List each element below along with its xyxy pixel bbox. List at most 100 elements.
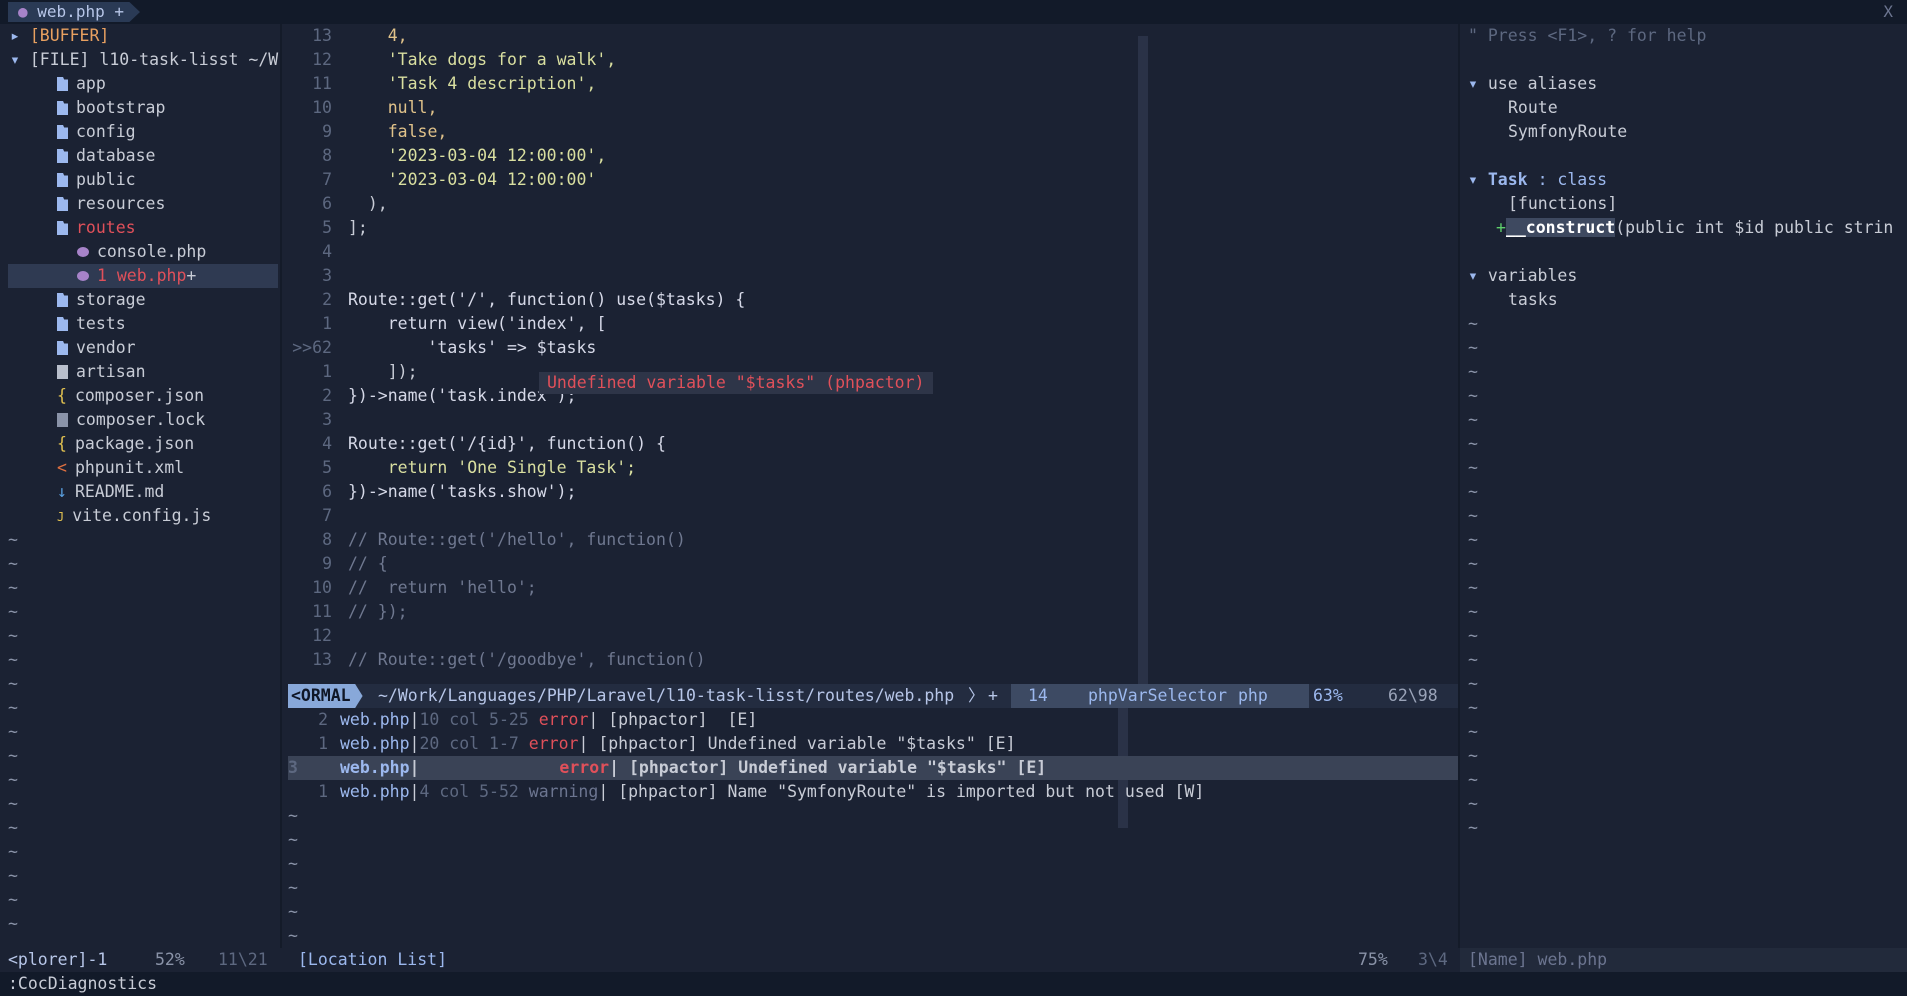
code-line: 13// Route::get('/goodbye', function() [312, 650, 706, 669]
tree-item-readme-md[interactable]: ↓ README.md [57, 480, 164, 504]
code-line: 13 4, [312, 26, 408, 45]
php-icon [77, 247, 89, 257]
chevron-down-icon: ▾ [10, 50, 20, 69]
tree-item-phpunit-xml[interactable]: < phpunit.xml [57, 456, 184, 480]
folder-icon [57, 341, 68, 355]
location-item[interactable]: 1 web.php|4 col 5-52 warning| [phpactor] … [288, 780, 1458, 804]
code-line: 9// { [322, 554, 388, 573]
outline-status-name: [Name] web.php [1460, 948, 1907, 972]
folder-icon [57, 77, 68, 91]
lock-icon [57, 413, 68, 427]
file-explorer: ▸ [BUFFER] ▾ [FILE] l10-task-lisst ~/W a… [0, 24, 280, 958]
tree-item-routes[interactable]: routes [57, 216, 136, 240]
json-icon: { [57, 386, 67, 405]
tree-item-tests[interactable]: tests [57, 312, 126, 336]
code-line: 6})->name('tasks.show'); [322, 482, 577, 501]
scroll-percent: 63% [1313, 686, 1343, 705]
loclist-status-position: 3\4 [1418, 950, 1448, 969]
tree-item-resources[interactable]: resources [57, 192, 165, 216]
empty-lines: ~ ~ ~ ~ ~ ~ ~ ~ ~ ~ ~ ~ ~ ~ ~ ~ ~ [8, 530, 18, 933]
outline-item[interactable]: Route [1508, 96, 1558, 120]
code-line: 9 false, [322, 122, 448, 141]
tree-item-composer-lock[interactable]: composer.lock [57, 408, 205, 432]
location-item[interactable]: 1 web.php|20 col 1-7 error| [phpactor] Un… [288, 732, 1458, 756]
xml-icon: < [57, 458, 67, 477]
code-line: 4 [322, 242, 332, 261]
code-line: 1 return view('index', [ [322, 314, 607, 333]
file-root[interactable]: ▾ [FILE] l10-task-lisst ~/W [10, 48, 278, 72]
scrollbar[interactable] [1138, 36, 1148, 684]
folder-icon [57, 317, 68, 331]
code-line: 5]; [322, 218, 368, 237]
tree-item-composer-json[interactable]: {composer.json [57, 384, 204, 408]
chevron-right-icon: ▸ [10, 26, 20, 45]
chevron-down-icon: ▾ [1468, 170, 1478, 189]
tree-item-vendor[interactable]: vendor [57, 336, 136, 360]
folder-icon [57, 101, 68, 115]
outline-item[interactable]: [functions] [1508, 192, 1617, 216]
php-icon: ● [18, 2, 28, 21]
tree-item-package-json[interactable]: {package.json [57, 432, 194, 456]
code-line: 4 Route::get('/{id}', function() { [322, 434, 666, 453]
tree-item-bootstrap[interactable]: bootstrap [57, 96, 165, 120]
explorer-status-name: <plorer]-1 [8, 950, 108, 969]
tree-item-app[interactable]: app [57, 72, 106, 96]
code-line: 11// }); [312, 602, 408, 621]
location-item-selected[interactable]: 3 web.php| error| [phpactor] Undefined va… [288, 756, 1458, 780]
symbol-name: phpVarSelector [1088, 686, 1228, 705]
tree-item-public[interactable]: public [57, 168, 136, 192]
tree-item-console-php[interactable]: console.php [77, 240, 206, 264]
location-item[interactable]: 2 web.php|10 col 5-25 error| [phpactor] [… [288, 708, 1458, 732]
mode-indicator: <ORMAL [288, 684, 363, 708]
error-popup: Undefined variable "$tasks" (phpactor) [539, 372, 933, 394]
code-editor[interactable]: 13 4, 12 'Take dogs for a walk', 11 'Tas… [282, 24, 1458, 958]
cursor-position: 62\98 [1388, 686, 1438, 705]
empty-lines: ~ ~ ~ ~ ~ ~ [288, 806, 298, 945]
outline-group-variables[interactable]: ▾ variables [1468, 264, 1577, 288]
tree-item-storage[interactable]: storage [57, 288, 146, 312]
close-tab-button[interactable]: X [1883, 2, 1893, 22]
outline-member[interactable]: +__construct(public int $id public strin [1496, 216, 1893, 240]
tree-item-vite-config-js[interactable]: Jvite.config.js [57, 504, 211, 528]
code-line: 12 [312, 626, 332, 645]
php-icon [77, 271, 89, 281]
window-status-row: <plorer]-1 52% 11\21 [Location List] 75%… [0, 948, 1907, 972]
code-line: 3 [322, 410, 332, 429]
outline-group-use-aliases[interactable]: ▾ use aliases [1468, 72, 1597, 96]
symbol-outline: " Press <F1>, ? for help ▾ use aliases R… [1460, 24, 1907, 958]
file-icon [57, 365, 68, 379]
code-line: 10 null, [312, 98, 438, 117]
column-number: 14 [1028, 686, 1048, 705]
tree-item-web-php[interactable]: 1 web.php+ [8, 264, 278, 288]
code-line: 2})->name('task.index'); [322, 386, 577, 405]
folder-icon [57, 149, 68, 163]
outline-group-task[interactable]: ▾ Task : class [1468, 168, 1607, 192]
tab-web-php[interactable]: ● web.php + [8, 2, 140, 22]
modified-flag: + [988, 686, 998, 705]
outline-item[interactable]: SymfonyRoute [1508, 120, 1627, 144]
public-icon: + [1496, 218, 1506, 237]
folder-icon [57, 125, 68, 139]
code-line: 1 ]); [322, 362, 418, 381]
file-path: ~/Work/Languages/PHP/Laravel/l10-task-li… [378, 686, 955, 705]
outline-item[interactable]: tasks [1508, 288, 1558, 312]
code-line-error: >>62 'tasks' => $tasks [292, 338, 597, 357]
json-icon: { [57, 434, 67, 453]
loclist-status-name: [Location List] [298, 950, 448, 969]
outline-help: " Press <F1>, ? for help [1468, 26, 1707, 45]
chevron-down-icon: ▾ [1468, 266, 1478, 285]
tree-item-config[interactable]: config [57, 120, 136, 144]
code-line: 3 [322, 266, 332, 285]
folder-icon [57, 197, 68, 211]
code-line: 7 [322, 506, 332, 525]
tree-item-artisan[interactable]: artisan [57, 360, 146, 384]
code-line: 7 '2023-03-04 12:00:00' [322, 170, 597, 189]
chevron-right-icon: 〉 [968, 686, 985, 705]
command-line[interactable]: :CocDiagnostics [0, 972, 1907, 996]
buffer-section[interactable]: ▸ [BUFFER] [10, 24, 109, 48]
folder-icon [57, 293, 68, 307]
folder-open-icon [57, 221, 68, 235]
tree-item-database[interactable]: database [57, 144, 155, 168]
folder-icon [57, 173, 68, 187]
code-line: 5 return 'One Single Task'; [322, 458, 637, 477]
